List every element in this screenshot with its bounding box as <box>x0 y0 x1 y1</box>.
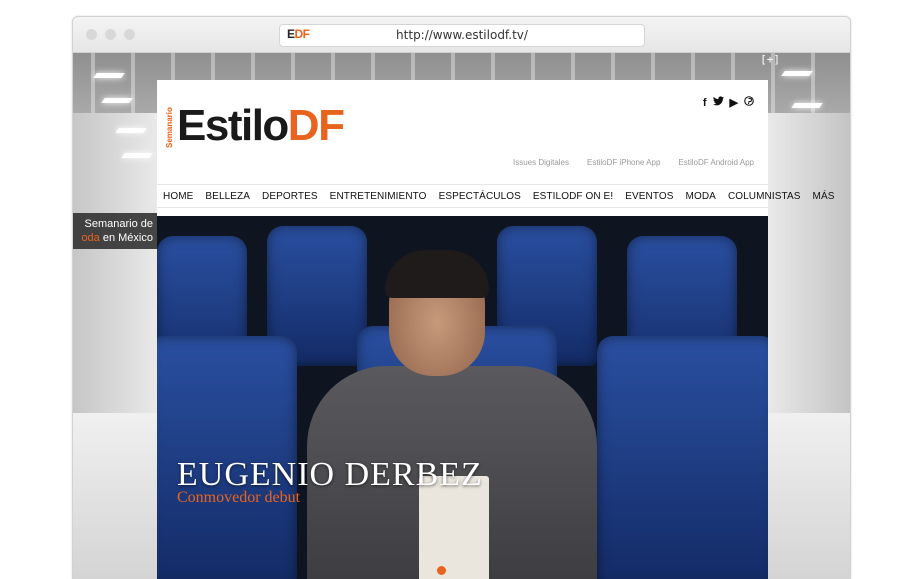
nav-item-entretenimiento[interactable]: ENTRETENIMIENTO <box>330 191 427 202</box>
facebook-icon[interactable]: f <box>703 97 707 109</box>
hero-person-hair <box>385 250 489 298</box>
hero-subtitle[interactable]: Conmovedor debut <box>177 489 300 507</box>
android-app-link[interactable]: EstiloDF Android App <box>678 158 754 167</box>
logo-wordmark: EstiloDF <box>177 101 345 150</box>
nav-item-eventos[interactable]: EVENTOS <box>625 191 673 202</box>
logo-tagline-vertical: Semanario <box>165 107 174 148</box>
expand-button[interactable]: [+] <box>760 53 780 66</box>
background-tagline: Semanario de oda en México <box>73 213 157 249</box>
page-viewport: [+] Semanario de oda en México Semanario… <box>73 53 850 579</box>
nav-item-belleza[interactable]: BELLEZA <box>205 191 250 202</box>
hero-slider[interactable]: EUGENIO DERBEZ Conmovedor debut <box>157 216 768 579</box>
ceiling-lamp <box>115 128 147 133</box>
ceiling-lamp <box>791 103 823 108</box>
background-wall-right <box>766 113 850 433</box>
zoom-dot[interactable] <box>124 29 135 40</box>
nav-item-home[interactable]: HOME <box>163 191 193 202</box>
background-wall-left <box>73 113 157 413</box>
site-container: Semanario EstiloDF f ▶ Issues Digitales … <box>157 80 834 579</box>
nav-item-moda[interactable]: MODA <box>686 191 716 202</box>
social-links: f ▶ <box>703 96 754 109</box>
iphone-app-link[interactable]: EstiloDF iPhone App <box>587 158 660 167</box>
twitter-icon[interactable] <box>712 96 724 109</box>
tagline-line2: oda en México <box>81 232 153 244</box>
youtube-icon[interactable]: ▶ <box>730 97 738 109</box>
url-text[interactable]: http://www.estilodf.tv/ <box>280 28 644 42</box>
pinterest-icon[interactable] <box>744 96 754 109</box>
ceiling-lamp <box>101 98 133 103</box>
address-bar[interactable]: EDF http://www.estilodf.tv/ <box>279 24 645 47</box>
minimize-dot[interactable] <box>105 29 116 40</box>
ceiling-lamp <box>93 73 125 78</box>
slider-pager-dot[interactable] <box>437 566 446 575</box>
cinema-seat <box>597 336 768 579</box>
nav-item-deportes[interactable]: DEPORTES <box>262 191 318 202</box>
ceiling-lamp <box>781 71 813 76</box>
nav-item-estilodf-on-e[interactable]: ESTILODF ON E! <box>533 191 613 202</box>
ceiling-lamp <box>121 153 153 158</box>
browser-titlebar: EDF http://www.estilodf.tv/ <box>73 17 850 53</box>
browser-window: EDF http://www.estilodf.tv/ [+] Semanari… <box>72 16 851 579</box>
main-nav: HOME BELLEZA DEPORTES ENTRETENIMIENTO ES… <box>157 184 834 208</box>
tagline-line1: Semanario de <box>84 218 154 230</box>
app-links: Issues Digitales EstiloDF iPhone App Est… <box>513 158 754 167</box>
nav-item-mas[interactable]: MÁS <box>813 191 835 202</box>
issues-digitales-link[interactable]: Issues Digitales <box>513 158 569 167</box>
nav-item-espectaculos[interactable]: ESPECTÁCULOS <box>439 191 521 202</box>
nav-item-columnistas[interactable]: COLUMNISTAS <box>728 191 801 202</box>
close-dot[interactable] <box>86 29 97 40</box>
